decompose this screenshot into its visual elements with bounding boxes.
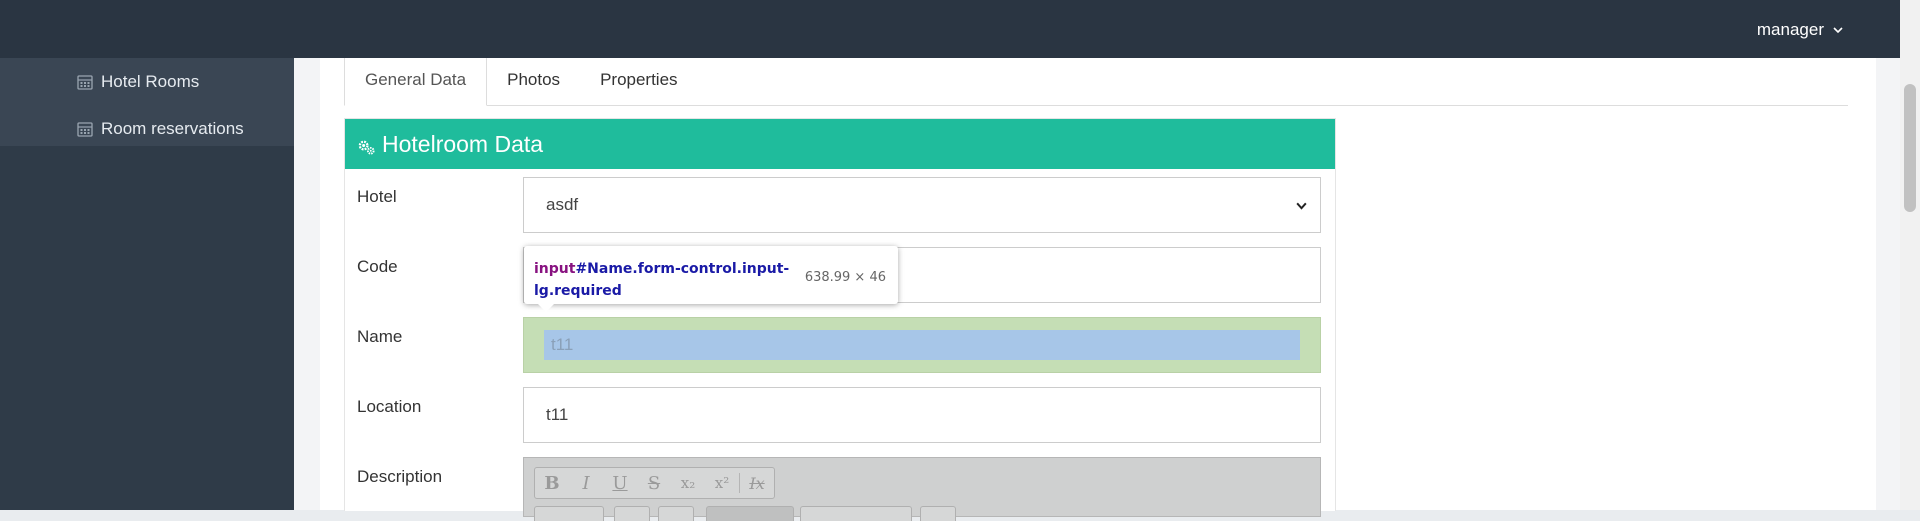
editor-toolbar: B I U S x₂ x² Ix	[534, 467, 775, 499]
location-label: Location	[357, 397, 422, 416]
remove-format-button[interactable]: Ix	[740, 468, 774, 498]
hotel-select[interactable]: asdf	[523, 177, 1321, 233]
strikethrough-button[interactable]: S	[637, 468, 671, 498]
description-label: Description	[357, 467, 443, 486]
chevron-down-icon	[1833, 27, 1843, 34]
editor-toolbar-button[interactable]	[706, 506, 794, 521]
hotel-select-value: asdf	[546, 195, 579, 214]
name-input-inner: t11	[544, 330, 1300, 360]
sidebar-item-label: Hotel Rooms	[101, 71, 200, 91]
user-name: manager	[1756, 20, 1824, 39]
name-input[interactable]: t11	[523, 317, 1321, 373]
editor-toolbar-button[interactable]	[658, 506, 694, 521]
tooltip-tag: input	[534, 261, 576, 277]
tab-general-data[interactable]: General Data	[344, 58, 488, 106]
hotelroom-data-box: Hotelroom Data Hotel asdf Code Name t11	[344, 118, 1336, 521]
tooltip-selector: input#Name.form-control.input-lg.require…	[534, 258, 790, 302]
name-label: Name	[357, 327, 403, 346]
top-navbar: manager	[0, 0, 1900, 58]
underline-button[interactable]: U	[603, 468, 637, 498]
user-menu[interactable]: manager	[1757, 20, 1844, 40]
editor-toolbar-button[interactable]	[614, 506, 650, 521]
sidebar-item-label: Room reservations	[101, 118, 244, 138]
editor-toolbar-button[interactable]	[800, 506, 912, 521]
scrollbar-thumb[interactable]	[1904, 84, 1916, 212]
cogs-icon	[358, 140, 375, 155]
tab-photos[interactable]: Photos	[487, 58, 580, 105]
italic-button[interactable]: I	[569, 468, 603, 498]
sidebar-item-room-reservations[interactable]: Room reservations	[0, 105, 294, 152]
calendar-icon	[77, 74, 93, 90]
page-scrollbar[interactable]	[1900, 0, 1920, 510]
sidebar-item-hotel-rooms[interactable]: Hotel Rooms	[0, 58, 294, 105]
editor-toolbar-button[interactable]	[534, 506, 604, 521]
superscript-button[interactable]: x²	[705, 468, 739, 498]
name-input-value: t11	[551, 335, 574, 354]
location-input-value: t11	[546, 405, 569, 424]
tooltip-dimensions: 638.99 × 46	[804, 270, 886, 285]
box-header: Hotelroom Data	[345, 119, 1335, 169]
devtools-inspect-tooltip: input#Name.form-control.input-lg.require…	[524, 246, 898, 312]
subscript-button[interactable]: x₂	[671, 468, 705, 498]
description-editor[interactable]: B I U S x₂ x² Ix	[523, 457, 1321, 521]
hotel-label: Hotel	[357, 187, 397, 206]
editor-toolbar-button[interactable]	[920, 506, 956, 521]
location-input[interactable]: t11	[523, 387, 1321, 443]
sidebar-submenu: Hotel Rooms Room reservations	[0, 58, 294, 146]
box-title: Hotelroom Data	[382, 130, 544, 157]
calendar-icon	[77, 121, 93, 137]
code-label: Code	[357, 257, 398, 276]
sidebar: Hotel Rooms Room reservations	[0, 58, 294, 510]
tab-bar: General Data Photos Properties	[344, 58, 1848, 106]
bold-button[interactable]: B	[535, 468, 569, 498]
tab-properties[interactable]: Properties	[580, 58, 697, 105]
tooltip-arrow	[538, 304, 554, 312]
chevron-down-icon	[1296, 202, 1307, 210]
